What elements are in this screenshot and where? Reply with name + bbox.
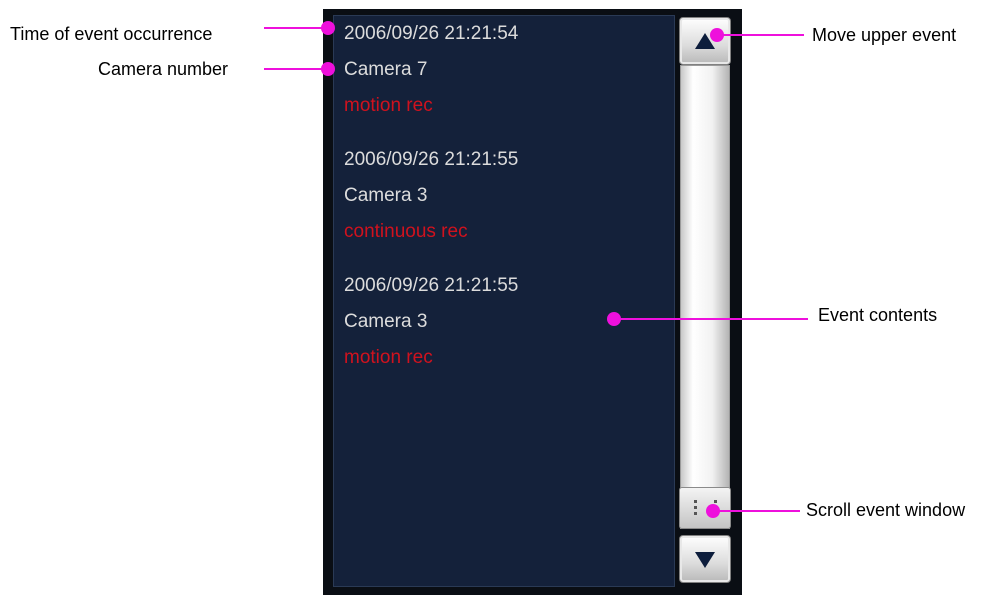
callout-camera-number: Camera number [98,59,229,79]
callout-marker [321,62,335,76]
callout-line [716,34,804,36]
grip-icon [694,500,697,518]
event-status: motion rec [344,347,433,368]
event-item[interactable]: 2006/09/26 21:21:54 Camera 7 motion rec [344,16,518,124]
callout-marker [710,28,724,42]
event-status: motion rec [344,95,433,116]
event-item[interactable]: 2006/09/26 21:21:55 Camera 3 motion rec [344,268,518,376]
event-item[interactable]: 2006/09/26 21:21:55 Camera 3 continuous … [344,142,518,250]
event-status: continuous rec [344,221,468,242]
callout-scroll-event-window: Scroll event window [806,500,966,520]
scroll-down-button[interactable] [679,535,731,583]
callout-marker [706,504,720,518]
event-camera: Camera 3 [344,185,428,206]
callout-line [712,510,800,512]
callout-line [264,27,328,29]
callout-move-upper-event: Move upper event [812,25,957,45]
event-scrollbar[interactable] [677,15,733,587]
callout-event-contents: Event contents [818,305,938,325]
event-time: 2006/09/26 21:21:55 [344,275,519,296]
scroll-track[interactable] [680,65,730,529]
event-list[interactable]: 2006/09/26 21:21:54 Camera 7 motion rec … [333,15,675,587]
event-camera: Camera 3 [344,311,428,332]
callout-line [616,318,808,320]
scroll-up-button[interactable] [679,17,731,65]
scroll-thumb[interactable] [679,487,731,529]
event-camera: Camera 7 [344,59,428,80]
triangle-down-icon [695,552,715,568]
callout-marker [607,312,621,326]
event-time: 2006/09/26 21:21:54 [344,23,519,44]
callout-time-of-event: Time of event occurrence [10,24,213,44]
event-time: 2006/09/26 21:21:55 [344,149,519,170]
callout-marker [321,21,335,35]
callout-line [264,68,328,70]
